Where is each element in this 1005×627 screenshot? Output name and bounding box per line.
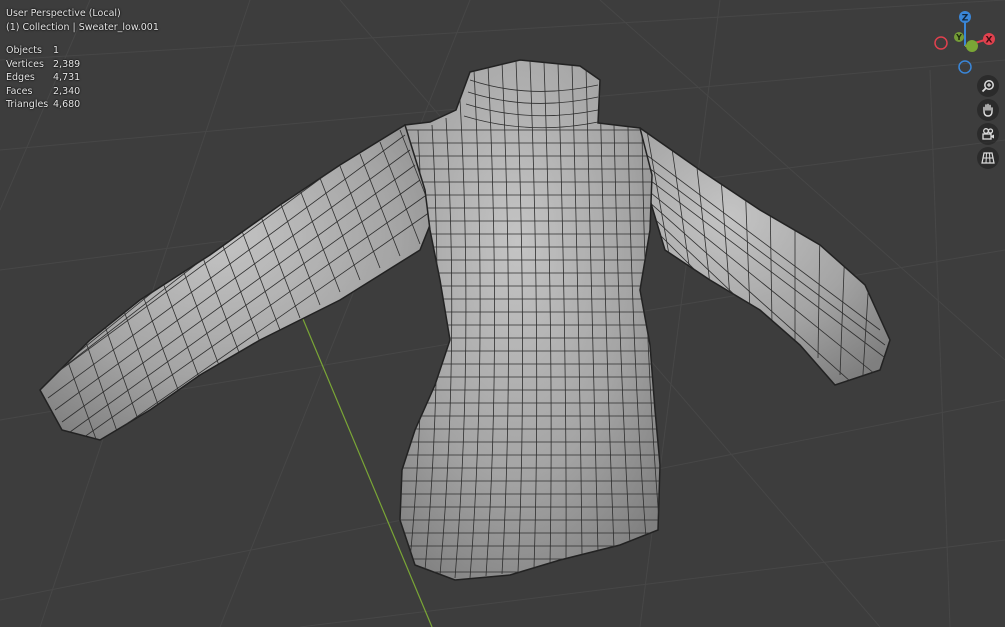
3d-viewport[interactable] <box>0 0 1005 627</box>
viewport-scene <box>0 0 1005 627</box>
pan-button[interactable] <box>977 99 999 121</box>
gizmo-neg-z-icon[interactable] <box>958 60 972 74</box>
stat-value: 2,389 <box>53 58 81 70</box>
stat-label: Faces <box>6 85 33 97</box>
stat-row-edges: Edges 4,731 <box>6 71 93 85</box>
stat-label: Vertices <box>6 58 44 70</box>
stat-label: Edges <box>6 72 35 84</box>
viewport-title: User Perspective (Local) <box>6 8 121 19</box>
stat-label: Triangles <box>6 99 49 111</box>
gizmo-y-label: Y <box>955 33 962 42</box>
gizmo-y-icon[interactable] <box>966 40 978 52</box>
navigation-gizmo[interactable]: Z X Y <box>928 8 1000 76</box>
stat-value: 1 <box>53 45 60 56</box>
ortho-toggle-button[interactable] <box>977 147 999 169</box>
camera-icon <box>982 128 994 140</box>
hand-icon <box>983 103 993 117</box>
gizmo-z-label: Z <box>962 14 969 24</box>
grid-icon <box>981 152 995 164</box>
zoom-icon <box>981 80 994 93</box>
sweater-body <box>399 59 661 581</box>
stat-row-triangles: Triangles 4,680 <box>6 98 93 112</box>
viewport-collection-line: (1) Collection | Sweater_low.001 <box>6 22 159 33</box>
stat-row-objects: Objects 1 <box>6 44 93 58</box>
gizmo-neg-x-icon[interactable] <box>934 36 948 50</box>
camera-view-button[interactable] <box>977 123 999 145</box>
stat-value: 2,340 <box>53 85 81 97</box>
stat-value: 4,680 <box>53 99 81 111</box>
sweater-left-sleeve <box>39 124 441 441</box>
stat-row-vertices: Vertices 2,389 <box>6 58 93 72</box>
gizmo-x-label: X <box>986 36 993 46</box>
zoom-button[interactable] <box>977 75 999 97</box>
scene-statistics: Objects 1 Vertices 2,389 Edges 4,731 Fac… <box>6 44 93 112</box>
stat-value: 4,731 <box>53 72 81 84</box>
stat-row-faces: Faces 2,340 <box>6 85 93 99</box>
stat-label: Objects <box>6 45 42 56</box>
